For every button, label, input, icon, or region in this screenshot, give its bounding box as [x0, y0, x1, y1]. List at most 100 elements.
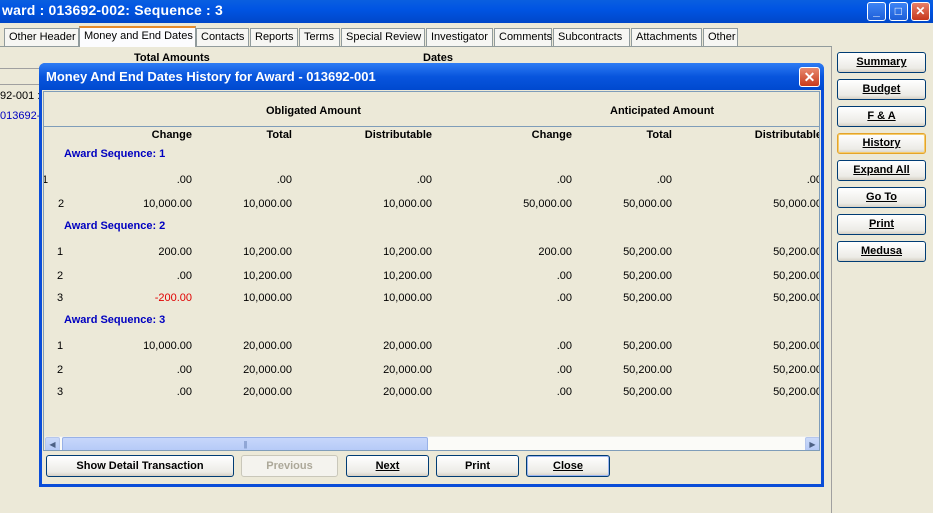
- tab-terms[interactable]: Terms: [299, 28, 340, 47]
- table-cell: .00: [656, 174, 672, 186]
- row-number: 1: [57, 246, 64, 258]
- background-divider: [0, 68, 40, 69]
- award-sequence-label[interactable]: Award Sequence: 2: [64, 220, 165, 232]
- show-detail-transaction-button[interactable]: Show Detail Transaction: [46, 455, 234, 477]
- dialog-body: Obligated Amount Anticipated Amount Chan…: [42, 90, 821, 484]
- header-underline: [44, 126, 819, 127]
- background-divider: [0, 84, 40, 85]
- window-title: ward : 013692-002: Sequence : 3: [2, 2, 223, 18]
- col-anticipated-total: Total: [646, 129, 672, 141]
- col-anticipated-change: Change: [531, 129, 572, 141]
- col-obligated-change: Change: [151, 129, 192, 141]
- previous-button[interactable]: Previous: [241, 455, 338, 477]
- tab-other[interactable]: Other: [703, 28, 738, 47]
- medusa-button[interactable]: Medusa: [837, 241, 926, 262]
- history-dialog: Money And End Dates History for Award - …: [39, 63, 824, 487]
- table-cell: .00: [806, 174, 819, 186]
- table-cell: .00: [176, 174, 192, 186]
- table-cell: .00: [556, 364, 572, 376]
- window-close-button[interactable]: ✕: [911, 2, 930, 21]
- row-number: 3: [57, 386, 64, 398]
- table-cell: .00: [276, 174, 292, 186]
- table-cell: 200.00: [158, 246, 192, 258]
- go-to-button[interactable]: Go To: [837, 187, 926, 208]
- table-cell: 50,000.00: [773, 198, 820, 210]
- background-award-row: 92-001 :: [0, 90, 41, 102]
- minimize-button[interactable]: _: [867, 2, 886, 21]
- table-cell: 50,000.00: [623, 198, 672, 210]
- table-cell: 10,200.00: [383, 270, 432, 282]
- budget-button[interactable]: Budget: [837, 79, 926, 100]
- table-cell: .00: [556, 386, 572, 398]
- table-cell: 50,200.00: [623, 364, 672, 376]
- row-number: 2: [58, 198, 65, 210]
- table-cell: .00: [556, 270, 572, 282]
- tab-comments[interactable]: Comments: [494, 28, 552, 47]
- table-cell: -200.00: [154, 292, 192, 304]
- table-cell: 50,200.00: [623, 246, 672, 258]
- maximize-button[interactable]: □: [889, 2, 908, 21]
- tab-other-header[interactable]: Other Header: [4, 28, 79, 47]
- scroll-left-icon[interactable]: ◀: [45, 437, 60, 450]
- dialog-title-bar[interactable]: Money And End Dates History for Award - …: [39, 63, 824, 90]
- summary-button[interactable]: Summary: [837, 52, 926, 73]
- dialog-title: Money And End Dates History for Award - …: [46, 69, 376, 84]
- table-cell: .00: [176, 364, 192, 376]
- scrollbar-thumb[interactable]: |||: [62, 437, 428, 450]
- row-number: 3: [57, 292, 64, 304]
- award-sequence-label[interactable]: Award Sequence: 1: [64, 148, 165, 160]
- fa-button[interactable]: F & A: [837, 106, 926, 127]
- table-cell: 20,000.00: [383, 386, 432, 398]
- dialog-close-icon[interactable]: ✕: [799, 67, 820, 87]
- table-cell: 50,200.00: [623, 270, 672, 282]
- print-button[interactable]: Print: [837, 214, 926, 235]
- history-button[interactable]: History: [837, 133, 926, 154]
- dialog-print-button[interactable]: Print: [436, 455, 519, 477]
- table-cell: .00: [176, 386, 192, 398]
- table-cell: 50,200.00: [623, 386, 672, 398]
- table-cell: 20,000.00: [243, 340, 292, 352]
- table-cell: 20,000.00: [243, 386, 292, 398]
- table-cell: 10,000.00: [383, 198, 432, 210]
- tab-attachments[interactable]: Attachments: [631, 28, 702, 47]
- table-cell: 10,000.00: [243, 292, 292, 304]
- tab-special-review[interactable]: Special Review: [341, 28, 425, 47]
- tab-money-and-end-dates[interactable]: Money and End Dates: [79, 26, 196, 47]
- table-cell: 200.00: [538, 246, 572, 258]
- table-cell: 50,200.00: [623, 292, 672, 304]
- table-cell: .00: [556, 292, 572, 304]
- col-anticipated-distributable: Distributable: [754, 129, 820, 141]
- table-cell: 50,200.00: [773, 270, 820, 282]
- row-number: 1: [57, 340, 64, 352]
- horizontal-scrollbar[interactable]: ◀ ||| ▶: [45, 436, 819, 450]
- table-cell: 10,200.00: [243, 246, 292, 258]
- col-obligated-distributable: Distributable: [364, 129, 432, 141]
- next-button[interactable]: Next: [346, 455, 429, 477]
- table-cell: 10,000.00: [243, 198, 292, 210]
- award-sequence-label[interactable]: Award Sequence: 3: [64, 314, 165, 326]
- tab-subcontracts[interactable]: Subcontracts: [553, 28, 630, 47]
- table-cell: 50,200.00: [773, 340, 820, 352]
- table-cell: 10,200.00: [383, 246, 432, 258]
- table-cell: 20,000.00: [243, 364, 292, 376]
- table-cell: 50,200.00: [623, 340, 672, 352]
- table-cell: 10,000.00: [143, 340, 192, 352]
- table-cell: 50,200.00: [773, 246, 820, 258]
- dialog-close-button[interactable]: Close: [526, 455, 610, 477]
- table-cell: .00: [556, 340, 572, 352]
- row-number: 2: [57, 364, 64, 376]
- expand-all-button[interactable]: Expand All: [837, 160, 926, 181]
- tab-contacts[interactable]: Contacts: [196, 28, 249, 47]
- scroll-right-icon[interactable]: ▶: [805, 437, 819, 450]
- table-cell: .00: [176, 270, 192, 282]
- history-table: Obligated Amount Anticipated Amount Chan…: [43, 91, 820, 451]
- tab-reports[interactable]: Reports: [250, 28, 298, 47]
- window-title-bar: ward : 013692-002: Sequence : 3 _ □ ✕: [0, 0, 933, 23]
- row-number: 1: [44, 174, 48, 186]
- table-cell: 50,200.00: [773, 364, 820, 376]
- table-cell: .00: [556, 174, 572, 186]
- table-cell: 50,200.00: [773, 386, 820, 398]
- table-cell: 50,200.00: [773, 292, 820, 304]
- tab-investigator[interactable]: Investigator: [426, 28, 493, 47]
- table-cell: 20,000.00: [383, 364, 432, 376]
